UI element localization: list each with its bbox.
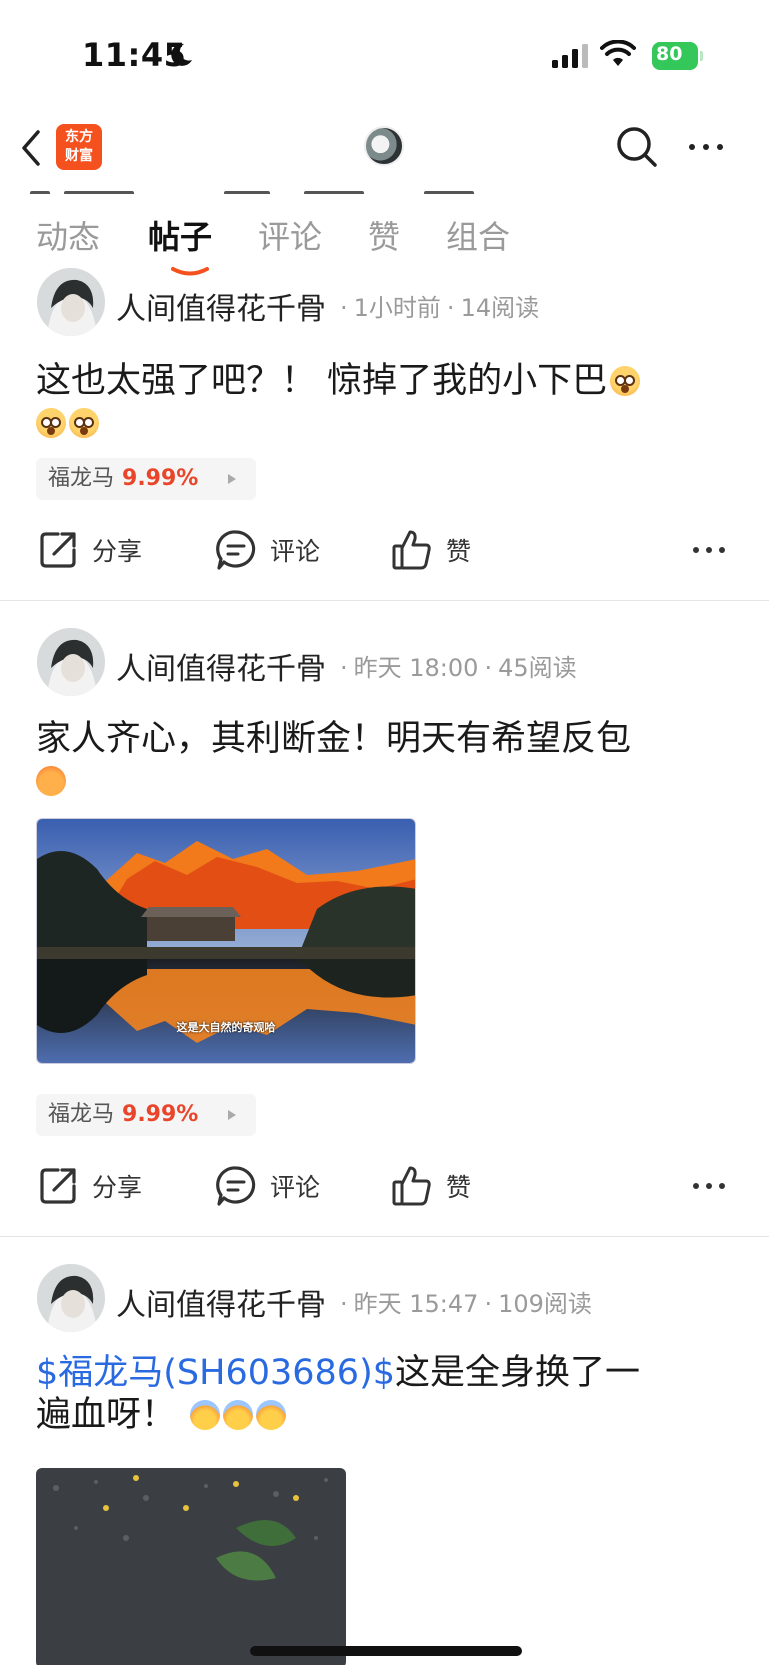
post-reads: 14阅读: [460, 294, 540, 322]
tab-posts[interactable]: 帖子: [148, 212, 212, 258]
comment-button[interactable]: 评论: [214, 520, 320, 580]
more-icon[interactable]: [689, 535, 729, 565]
stock-link[interactable]: $福龙马(SH603686)$: [36, 1353, 395, 1393]
back-icon[interactable]: [18, 128, 44, 168]
post-meta: · 昨天 18:00 · 45阅读: [340, 654, 577, 682]
more-icon[interactable]: [689, 1171, 729, 1201]
search-icon[interactable]: [614, 124, 660, 170]
post-meta: · 1小时前 · 14阅读: [340, 294, 540, 322]
angry-emoji-icon: [36, 766, 66, 796]
tab-likes[interactable]: 赞: [368, 212, 400, 258]
share-label: 分享: [92, 1173, 143, 1202]
comment-icon: [216, 530, 256, 570]
battery-indicator: 80: [652, 42, 703, 70]
scrolled-profile-info: [30, 182, 550, 194]
battery-level: 80: [656, 43, 683, 65]
post-reads: 109阅读: [498, 1290, 592, 1318]
screaming-emoji-icon: [256, 1400, 287, 1430]
share-icon: [40, 1168, 76, 1204]
author-name[interactable]: 人间值得花千骨: [116, 284, 326, 328]
signal-icon: [552, 44, 588, 68]
post-time: 1小时前: [353, 294, 441, 322]
comment-button[interactable]: 评论: [214, 1156, 320, 1216]
post-body: 家人齐心，其利断金！明天有希望反包: [36, 719, 632, 759]
nav-header: 东方 财富: [0, 112, 769, 186]
post-time: 昨天 18:00: [353, 654, 479, 682]
app-logo[interactable]: 东方 财富: [56, 124, 102, 170]
post-image[interactable]: 这是大自然的奇观哈: [36, 818, 416, 1064]
post-body-cont: 遍血呀！: [36, 1395, 177, 1435]
wifi-icon: [600, 40, 636, 66]
moon-icon: [171, 43, 192, 66]
logo-line-2: 财富: [65, 148, 93, 164]
comment-icon: [216, 1166, 256, 1206]
status-bar: 11:45 80: [0, 0, 769, 110]
stock-name: 福龙马: [48, 1102, 115, 1127]
post-text[interactable]: 这也太强了吧？！ 惊掉了我的小下巴: [36, 360, 736, 444]
author-avatar[interactable]: [37, 1264, 105, 1332]
like-button[interactable]: 赞: [390, 520, 471, 580]
active-tab-indicator: [171, 267, 209, 276]
post-meta: · 昨天 15:47 · 109阅读: [340, 1290, 592, 1318]
home-indicator: [250, 1646, 522, 1656]
profile-tabs: 动态 帖子 评论 赞 组合: [0, 212, 769, 284]
shocked-emoji-icon: [69, 408, 99, 438]
post-actions: 分享 评论 赞: [0, 1156, 769, 1216]
thumbs-up-icon: [392, 1166, 431, 1206]
tab-comments[interactable]: 评论: [258, 212, 322, 258]
share-button[interactable]: 分享: [36, 1156, 142, 1216]
tab-activity[interactable]: 动态: [36, 212, 100, 258]
share-button[interactable]: 分享: [36, 520, 142, 580]
stock-tag[interactable]: 福龙马 9.99%: [36, 458, 256, 500]
profile-posts-page: 11:45 80 东方 财富 动态 帖子 评论 赞 组合 人间值得花千骨 · 1…: [0, 0, 769, 1665]
play-arrow-icon: [228, 1110, 236, 1120]
logo-line-1: 东方: [65, 129, 93, 145]
stock-tag[interactable]: 福龙马 9.99%: [36, 1094, 256, 1136]
author-avatar[interactable]: [37, 628, 105, 696]
post-text[interactable]: $福龙马(SH603686)$这是全身换了一 遍血呀！: [36, 1352, 736, 1436]
like-label: 赞: [446, 537, 472, 566]
divider: [0, 600, 769, 601]
comment-label: 评论: [270, 1173, 321, 1202]
stock-change: 9.99%: [122, 466, 199, 491]
more-icon[interactable]: [684, 132, 728, 162]
author-avatar[interactable]: [37, 268, 105, 336]
share-label: 分享: [92, 537, 143, 566]
tab-portfolio[interactable]: 组合: [446, 212, 510, 258]
shocked-emoji-icon: [610, 366, 641, 396]
comment-label: 评论: [270, 537, 321, 566]
divider: [0, 1236, 769, 1237]
post-reads: 45阅读: [498, 654, 577, 682]
author-name[interactable]: 人间值得花千骨: [116, 644, 326, 688]
share-icon: [40, 532, 76, 568]
author-name[interactable]: 人间值得花千骨: [116, 1280, 326, 1324]
play-arrow-icon: [228, 474, 236, 484]
post-text[interactable]: 家人齐心，其利断金！明天有希望反包: [36, 718, 736, 802]
post-body: 这也太强了吧？！ 惊掉了我的小下巴: [36, 361, 608, 401]
screaming-emoji-icon: [190, 1400, 221, 1430]
image-caption: 这是大自然的奇观哈: [176, 1021, 276, 1034]
post-actions: 分享 评论 赞: [0, 520, 769, 580]
thumbs-up-icon: [392, 530, 431, 570]
stock-change: 9.99%: [122, 1102, 199, 1127]
post-body: 这是全身换了一: [395, 1353, 641, 1393]
header-avatar[interactable]: [364, 126, 404, 166]
post-image[interactable]: [36, 1468, 346, 1665]
screaming-emoji-icon: [223, 1400, 254, 1430]
stock-name: 福龙马: [48, 466, 115, 491]
like-label: 赞: [446, 1173, 472, 1202]
like-button[interactable]: 赞: [390, 1156, 471, 1216]
shocked-emoji-icon: [36, 408, 66, 438]
post-time: 昨天 15:47: [353, 1290, 479, 1318]
